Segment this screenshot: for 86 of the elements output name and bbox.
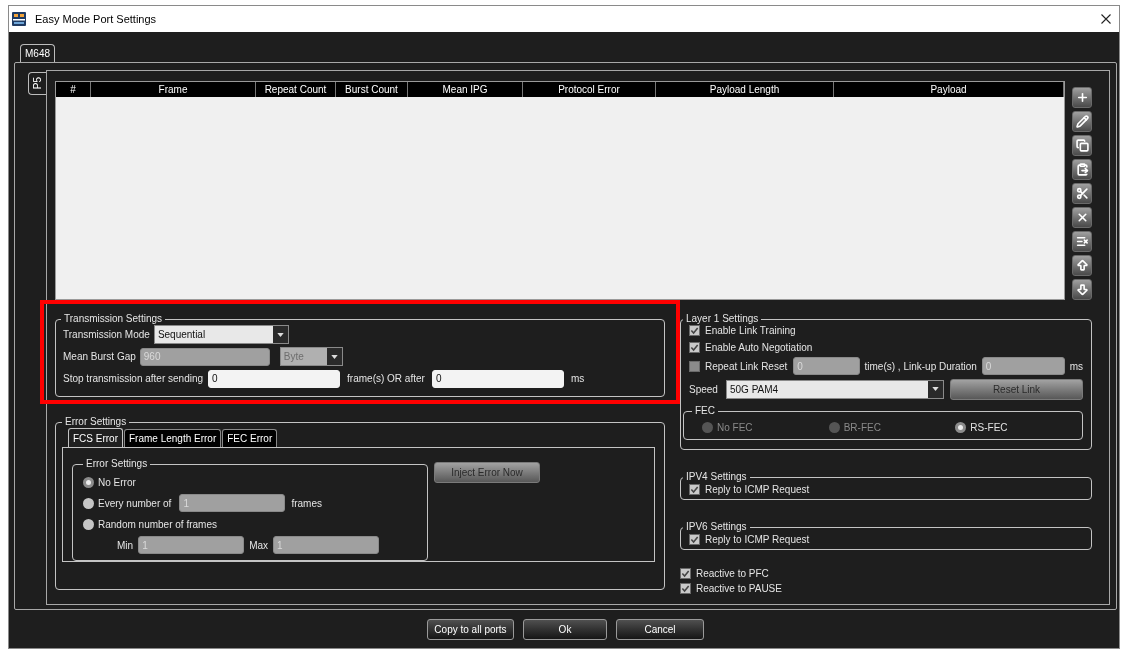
dropdown[interactable]: Sequential [153, 325, 289, 344]
group-title: Transmission Settings [63, 313, 163, 325]
field-label: frame(s) OR after [347, 372, 425, 386]
radio-button[interactable] [955, 421, 967, 433]
radio-button[interactable] [83, 497, 94, 509]
checkbox[interactable] [689, 483, 700, 495]
checkbox[interactable] [680, 582, 691, 594]
input-field[interactable]: 0 [208, 369, 341, 388]
field-label: Max [249, 538, 269, 553]
unit-label: frames [291, 496, 322, 511]
copy-to-all-ports-button[interactable]: Copy to all ports [427, 618, 514, 640]
list-x-icon [1075, 235, 1089, 248]
port-tab[interactable]: P5 [28, 72, 46, 95]
cut-button[interactable] [1072, 183, 1092, 204]
column-header[interactable]: Repeat Count [256, 82, 336, 97]
checkbox-label: Reactive to PAUSE [696, 581, 782, 596]
field-label: Stop transmission after sending [63, 372, 204, 386]
checkbox[interactable] [689, 324, 700, 336]
pencil-icon [1075, 115, 1089, 128]
delete-button[interactable] [1072, 207, 1092, 228]
add-button[interactable] [1072, 87, 1092, 108]
column-header[interactable]: Burst Count [336, 82, 408, 97]
checkbox[interactable] [689, 360, 700, 372]
column-header[interactable]: # [56, 82, 91, 97]
dropdown[interactable]: 50G PAM4 [726, 379, 944, 399]
paste-button[interactable] [1072, 159, 1092, 180]
pages-icon [1075, 139, 1089, 152]
caret-icon [928, 380, 943, 398]
ok-button[interactable]: Ok [523, 618, 607, 640]
error-tab[interactable]: FEC Error [222, 429, 278, 447]
clear-button[interactable] [1072, 231, 1092, 252]
field-label: Min [117, 538, 134, 553]
unit-label: ms [1069, 359, 1083, 374]
error-tab[interactable]: Frame Length Error [124, 429, 222, 447]
plus-icon [1075, 91, 1089, 104]
scissors-icon [1075, 187, 1089, 200]
radio-label: Random number of frames [98, 517, 217, 532]
radio-label: No Error [98, 475, 136, 490]
clipboard-icon [1075, 163, 1089, 176]
field-label: time(s) , Link-up Duration [864, 359, 977, 374]
group-title: Layer 1 Settings [685, 313, 760, 325]
arrow-down-icon [1075, 283, 1089, 296]
column-header[interactable]: Protocol Error [523, 82, 656, 97]
window-title: Easy Mode Port Settings [35, 11, 157, 27]
checkbox-label: Enable Auto Negotiation [705, 340, 813, 355]
checkbox-label: Reply to ICMP Request [705, 482, 810, 497]
move-up-button[interactable] [1072, 255, 1092, 276]
column-header[interactable]: Mean IPG [408, 82, 523, 97]
copy-button[interactable] [1072, 135, 1092, 156]
group-title: FEC [694, 405, 716, 417]
move-down-button[interactable] [1072, 279, 1092, 300]
radio-label: No FEC [717, 420, 753, 435]
checkbox-label: Repeat Link Reset [705, 359, 788, 374]
app-icon [12, 12, 26, 26]
x-icon [1075, 211, 1089, 224]
field-label: Transmission Mode [63, 328, 150, 342]
input-field[interactable]: 0 [431, 369, 564, 388]
checkbox[interactable] [689, 341, 700, 353]
field-label: Speed [689, 382, 719, 397]
radio-button[interactable] [83, 518, 94, 530]
close-icon[interactable] [1101, 14, 1111, 24]
error-tab[interactable]: FCS Error [68, 428, 123, 447]
caret-icon [326, 348, 342, 365]
unit-label: ms [570, 372, 585, 386]
module-tab[interactable]: M648 [20, 44, 55, 62]
group-title: IPV4 Settings [685, 471, 748, 483]
field-label: Mean Burst Gap [63, 350, 136, 364]
cancel-button[interactable]: Cancel [616, 618, 704, 640]
radio-label: Every number of [98, 496, 172, 511]
column-header[interactable]: Payload Length [656, 82, 834, 97]
radio-label: RS-FEC [970, 420, 1008, 435]
radio-label: BR-FEC [843, 420, 881, 435]
column-header[interactable]: Payload [834, 82, 1064, 97]
group-title: Error Settings [85, 458, 149, 470]
arrow-up-icon [1075, 259, 1089, 272]
group-title: Error Settings [64, 416, 128, 428]
group-title: IPV6 Settings [685, 521, 748, 533]
checkbox[interactable] [689, 533, 700, 545]
checkbox[interactable] [680, 567, 691, 579]
column-header[interactable]: Frame [91, 82, 256, 97]
edit-button[interactable] [1072, 111, 1092, 132]
checkbox-label: Reply to ICMP Request [705, 532, 810, 547]
radio-button[interactable] [83, 476, 94, 488]
checkbox-label: Enable Link Training [705, 324, 796, 338]
checkbox-label: Reactive to PFC [696, 566, 769, 581]
caret-icon [272, 326, 288, 343]
